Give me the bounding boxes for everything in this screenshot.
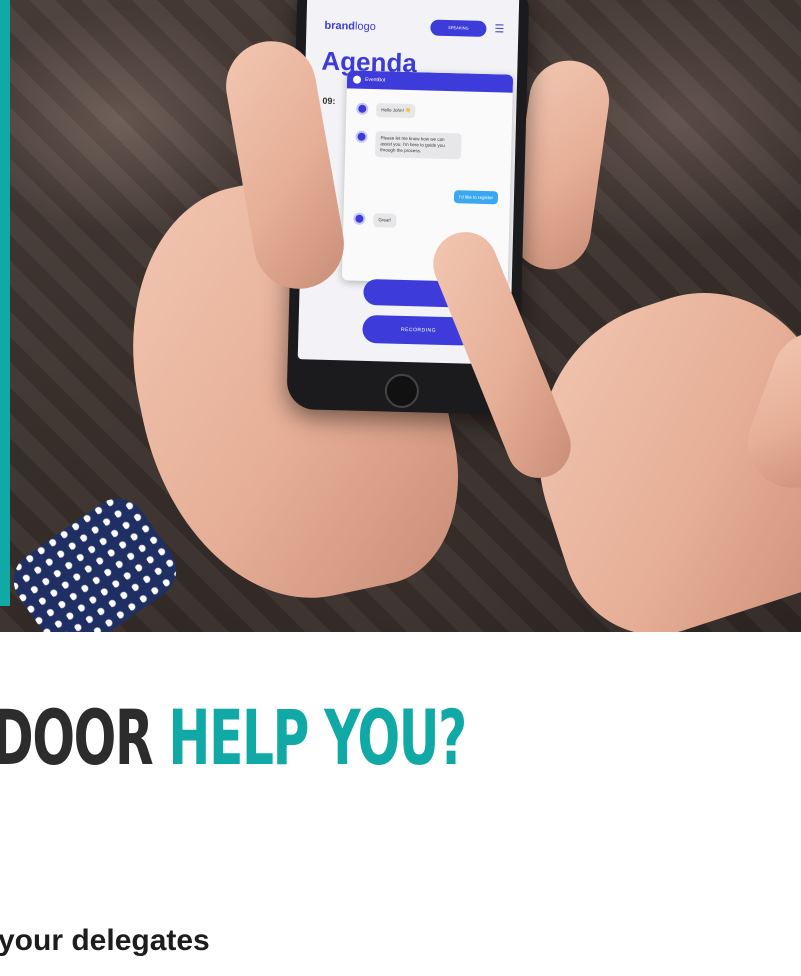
chat-bubble: Please let me know how we can assist you… <box>375 131 462 160</box>
home-button <box>384 373 420 409</box>
time-label: 09: <box>322 95 336 107</box>
hamburger-menu-icon[interactable]: ☰ <box>494 23 506 35</box>
heading-part-dark: DOOR <box>0 693 169 782</box>
chat-bubble: Hello John! 👋 <box>376 103 416 119</box>
app-header: brandlogo SPEAKING ☰ <box>306 13 519 49</box>
bot-icon <box>352 75 362 84</box>
chat-bubble: Great! <box>373 213 397 228</box>
accent-bar <box>0 0 10 606</box>
chat-message: Hello John! 👋 <box>356 102 416 119</box>
subheading: your delegates <box>0 924 210 957</box>
chat-message-user: I'd like to register <box>453 185 499 205</box>
heading-part-teal: HELP YOU? <box>168 693 467 782</box>
bot-avatar-icon <box>353 212 366 225</box>
chat-message: Great! <box>353 212 397 228</box>
brand-logo[interactable]: brandlogo <box>324 20 376 33</box>
bot-avatar-icon <box>355 130 368 143</box>
bot-avatar-icon <box>356 102 369 115</box>
chat-bubble-user: I'd like to register <box>453 190 499 205</box>
section-heading: DOOR HELP YOU? <box>0 700 467 776</box>
hero-photo: brandlogo SPEAKING ☰ Agenda 09: EventBot… <box>0 0 801 632</box>
header-button[interactable]: SPEAKING <box>430 19 487 37</box>
chat-header: EventBot <box>346 70 514 93</box>
chat-message: Please let me know how we can assist you… <box>355 130 462 160</box>
wristband <box>2 486 188 632</box>
chat-header-label: EventBot <box>364 76 386 84</box>
